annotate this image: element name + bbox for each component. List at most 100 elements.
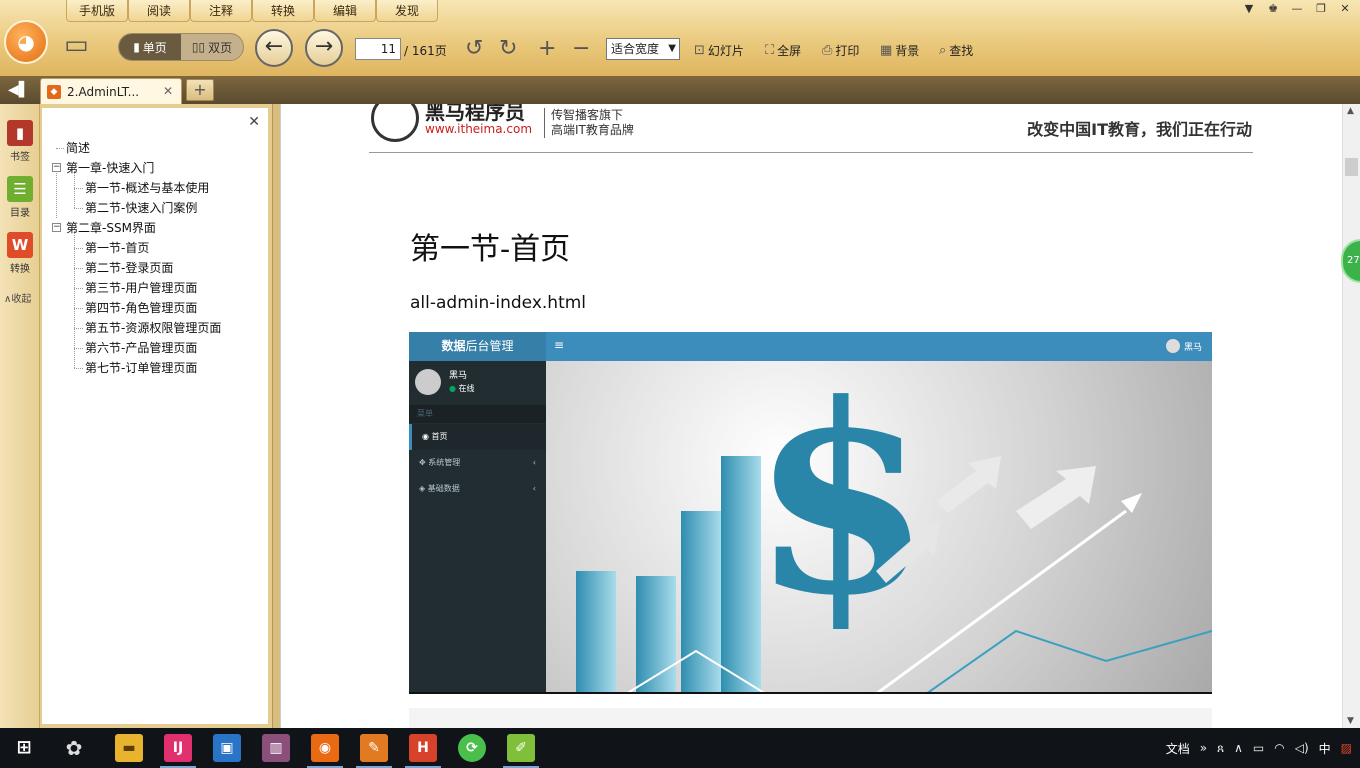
rail-bookmark[interactable]: ▮ 书签 [5, 120, 35, 163]
menu-tab-discover[interactable]: 发现 [376, 0, 438, 22]
find-button[interactable]: ⌕ 查找 [939, 42, 973, 59]
rotate-left-icon[interactable]: ↺ [465, 36, 483, 62]
vertical-scrollbar[interactable]: ▲ ▼ [1342, 104, 1360, 728]
rail-toc[interactable]: ☰ 目录 [5, 176, 35, 219]
minimize-button[interactable]: — [1290, 2, 1304, 15]
collapse-icon[interactable]: − [52, 163, 61, 172]
outline-item[interactable]: 第三节-用户管理页面 [52, 278, 221, 298]
fullscreen-icon: ⛶ [765, 43, 775, 58]
pdf-reader-window: 手机版 阅读 注释 转换 编辑 发现 ▼ ♚ — ❐ ✕ ◕ ▭ ▮ 单页 ▯▯… [0, 0, 1360, 768]
page-number-input[interactable]: 11 [355, 38, 401, 60]
outline-panel: ✕ 简述 − 第一章-快速入门 第一节-概述与基本使用 第二节-快速入门案例 − 第… [42, 108, 268, 724]
menu-tab-convert[interactable]: 转换 [252, 0, 314, 22]
arrow-shape [1016, 466, 1096, 529]
outline-item[interactable]: 第二节-快速入门案例 [52, 198, 221, 218]
skin-icon[interactable]: ♚ [1266, 2, 1280, 15]
admin-sidebar: 黑马 在线 菜单 ◉ 首页 ✥ 系统管理 ‹ ◈ 基础数据 ‹ [409, 361, 546, 692]
outline-tree: 简述 − 第一章-快速入门 第一节-概述与基本使用 第二节-快速入门案例 − 第二章… [52, 138, 221, 378]
document-view[interactable]: 黑马程序员 www.itheima.com 传智播客旗下 高端IT教育品牌 改变… [280, 104, 1342, 728]
people-icon[interactable]: ጸ [1217, 741, 1224, 756]
outline-item[interactable]: 第一节-概述与基本使用 [52, 178, 221, 198]
outline-item[interactable]: − 第二章-SSM界面 [52, 218, 221, 238]
illustration-bar [681, 511, 721, 692]
task-view-icon[interactable]: ✿ [60, 734, 88, 762]
zoom-select[interactable]: 适合宽度 ▼ [606, 38, 680, 60]
next-page-button[interactable]: → [305, 29, 343, 67]
foxit-reader-icon[interactable]: ✎ [356, 734, 392, 768]
app-logo[interactable]: ◕ [4, 20, 48, 64]
file-explorer-icon[interactable]: ▬ [115, 734, 143, 762]
sync-app-icon[interactable]: ⟳ [458, 734, 486, 762]
menu-tab-edit[interactable]: 编辑 [314, 0, 376, 22]
scroll-up-icon[interactable]: ▲ [1347, 106, 1354, 116]
wifi-icon[interactable]: ◠ [1274, 741, 1284, 755]
battery-icon[interactable]: ▭ [1253, 741, 1264, 755]
admin-brand: 数据后台管理 [409, 332, 546, 361]
data-icon: ◈ [419, 484, 426, 493]
rotate-right-icon[interactable]: ↻ [499, 36, 517, 62]
restore-button[interactable]: ❐ [1314, 2, 1328, 15]
open-folder-icon[interactable]: ▭ [64, 32, 98, 58]
panel-splitter[interactable] [272, 104, 280, 728]
admin-menu-header: 菜单 [409, 405, 546, 423]
admin-menu-item: ✥ 系统管理 ‹ [409, 450, 546, 476]
intellij-icon[interactable]: IJ [160, 734, 196, 768]
system-tray: 文档 » ጸ ∧ ▭ ◠ ◁) 中 ▨ [1166, 728, 1360, 768]
outline-item[interactable]: − 第一章-快速入门 [52, 158, 221, 178]
admin-screenshot: 数据后台管理 ≡ 黑马 黑马 在线 菜单 ◉ 首页 [409, 332, 1212, 694]
documents-toolbar-label[interactable]: 文档 [1166, 740, 1190, 757]
outline-item[interactable]: 第五节-资源权限管理页面 [52, 318, 221, 338]
rail-collapse[interactable]: ∧收起 [4, 290, 31, 305]
outline-item[interactable]: 第四节-角色管理页面 [52, 298, 221, 318]
scroll-thumb[interactable] [1345, 158, 1358, 176]
dropdown-menu-icon[interactable]: ▼ [1242, 2, 1256, 15]
next-content-block [409, 708, 1212, 728]
document-tab[interactable]: ◆ 2.AdminLT... ✕ [40, 78, 182, 104]
taskbar: ⊞ ✿ ▬ IJ ▣ ▥ ◉ ✎ H ⟳ ✐ 文档 » ጸ ∧ ▭ ◠ ◁) 中… [0, 728, 1360, 768]
expand-chevron-icon[interactable]: » [1200, 741, 1207, 755]
windows-start-icon[interactable]: ⊞ [10, 734, 38, 762]
double-page-button[interactable]: ▯▯ 双页 [181, 34, 243, 60]
admin-hero-image: $ [546, 361, 1212, 692]
prev-page-button[interactable]: ← [255, 29, 293, 67]
double-page-icon: ▯▯ [191, 40, 206, 54]
toc-icon: ☰ [7, 176, 33, 202]
collapse-icon[interactable]: − [52, 223, 61, 232]
convert-icon: W [7, 232, 33, 258]
background-icon: ▦ [880, 43, 893, 58]
chevron-left-icon: ‹ [532, 458, 536, 467]
close-button[interactable]: ✕ [1338, 2, 1352, 15]
rail-convert[interactable]: W 转换 [5, 232, 35, 275]
outline-item[interactable]: 第七节-订单管理页面 [52, 358, 221, 378]
notification-app-icon[interactable]: ▨ [1341, 741, 1352, 755]
close-panel-icon[interactable]: ✕ [248, 114, 260, 130]
sidebar-toggle-icon[interactable]: ◀▌ [8, 80, 30, 100]
hbuilder-icon[interactable]: H [405, 734, 441, 768]
fullscreen-button[interactable]: ⛶ 全屏 [765, 42, 801, 59]
print-button[interactable]: ⎙ 打印 [822, 42, 859, 59]
add-tab-button[interactable]: + [186, 79, 214, 101]
single-page-button[interactable]: ▮ 单页 [119, 34, 181, 60]
menu-tab-read[interactable]: 阅读 [128, 0, 190, 22]
package-app-icon[interactable]: ▥ [262, 734, 290, 762]
show-hidden-icons[interactable]: ∧ [1234, 741, 1243, 755]
page-header-slogan: 改变中国IT教育，我们正在行动 [1027, 120, 1252, 139]
outline-item[interactable]: 第一节-首页 [52, 238, 221, 258]
arrow-shape [936, 456, 1001, 513]
volume-icon[interactable]: ◁) [1295, 741, 1309, 755]
background-button[interactable]: ▦ 背景 [880, 42, 919, 59]
menu-tab-annotate[interactable]: 注释 [190, 0, 252, 22]
slideshow-button[interactable]: ⊡ 幻灯片 [694, 42, 744, 59]
zoom-out-icon[interactable]: − [572, 36, 590, 62]
close-tab-icon[interactable]: ✕ [163, 84, 173, 98]
vmware-icon[interactable]: ▣ [213, 734, 241, 762]
ime-indicator[interactable]: 中 [1319, 740, 1331, 757]
outline-item[interactable]: 第六节-产品管理页面 [52, 338, 221, 358]
firefox-icon[interactable]: ◉ [307, 734, 343, 768]
zoom-in-icon[interactable]: + [538, 36, 556, 62]
menu-tab-mobile[interactable]: 手机版 [66, 0, 128, 22]
scroll-down-icon[interactable]: ▼ [1347, 716, 1354, 726]
outline-item[interactable]: 简述 [52, 138, 221, 158]
notepad-plus-icon[interactable]: ✐ [503, 734, 539, 768]
outline-item[interactable]: 第二节-登录页面 [52, 258, 221, 278]
